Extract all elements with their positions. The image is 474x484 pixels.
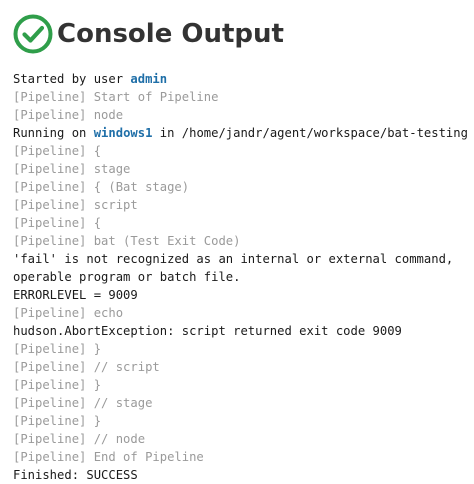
console-log: Started by user admin [Pipeline] Start of…	[13, 70, 474, 484]
pipeline-step-line: [Pipeline] script	[13, 198, 138, 212]
pipeline-step-line: [Pipeline] {	[13, 216, 102, 230]
pipeline-step-line: [Pipeline] }	[13, 414, 102, 428]
pipeline-step-line: [Pipeline] // node	[13, 432, 146, 446]
pipeline-step-line: [Pipeline] // stage	[13, 396, 153, 410]
pipeline-step-line: [Pipeline] stage	[13, 162, 131, 176]
running-on-label: Running on	[13, 126, 94, 140]
pipeline-step-line: [Pipeline] }	[13, 378, 102, 392]
pipeline-step-line: [Pipeline] node	[13, 108, 124, 122]
page-title: Console Output	[57, 19, 284, 49]
page-header: Console Output	[13, 12, 474, 56]
console-line: Started by user admin	[13, 70, 474, 88]
success-check-icon	[13, 14, 53, 54]
pipeline-step-line: [Pipeline] }	[13, 342, 102, 356]
workspace-path: in /home/jandr/agent/workspace/bat-testi…	[152, 126, 468, 140]
pipeline-step-line: [Pipeline] { (Bat stage)	[13, 180, 190, 194]
console-output-line: 'fail' is not recognized as an internal …	[13, 252, 454, 266]
console-output-line: operable program or batch file.	[13, 270, 241, 284]
pipeline-step-line: [Pipeline] echo	[13, 306, 124, 320]
user-link-admin[interactable]: admin	[130, 72, 167, 86]
console-output-line: hudson.AbortException: script returned e…	[13, 324, 402, 338]
started-by-label: Started by user	[13, 72, 131, 86]
console-output-line: ERRORLEVEL = 9009	[13, 288, 138, 302]
console-output-line: Finished: SUCCESS	[13, 468, 138, 482]
console-output-page: Console Output Started by user admin [Pip…	[0, 0, 474, 484]
console-line: Running on windows1 in /home/jandr/agent…	[13, 124, 474, 142]
pipeline-step-line: [Pipeline] Start of Pipeline	[13, 90, 219, 104]
node-link-windows1[interactable]: windows1	[94, 126, 153, 140]
pipeline-step-line: [Pipeline] bat (Test Exit Code)	[13, 234, 241, 248]
pipeline-step-line: [Pipeline] End of Pipeline	[13, 450, 204, 464]
pipeline-step-line: [Pipeline] // script	[13, 360, 160, 374]
pipeline-step-line: [Pipeline] {	[13, 144, 102, 158]
